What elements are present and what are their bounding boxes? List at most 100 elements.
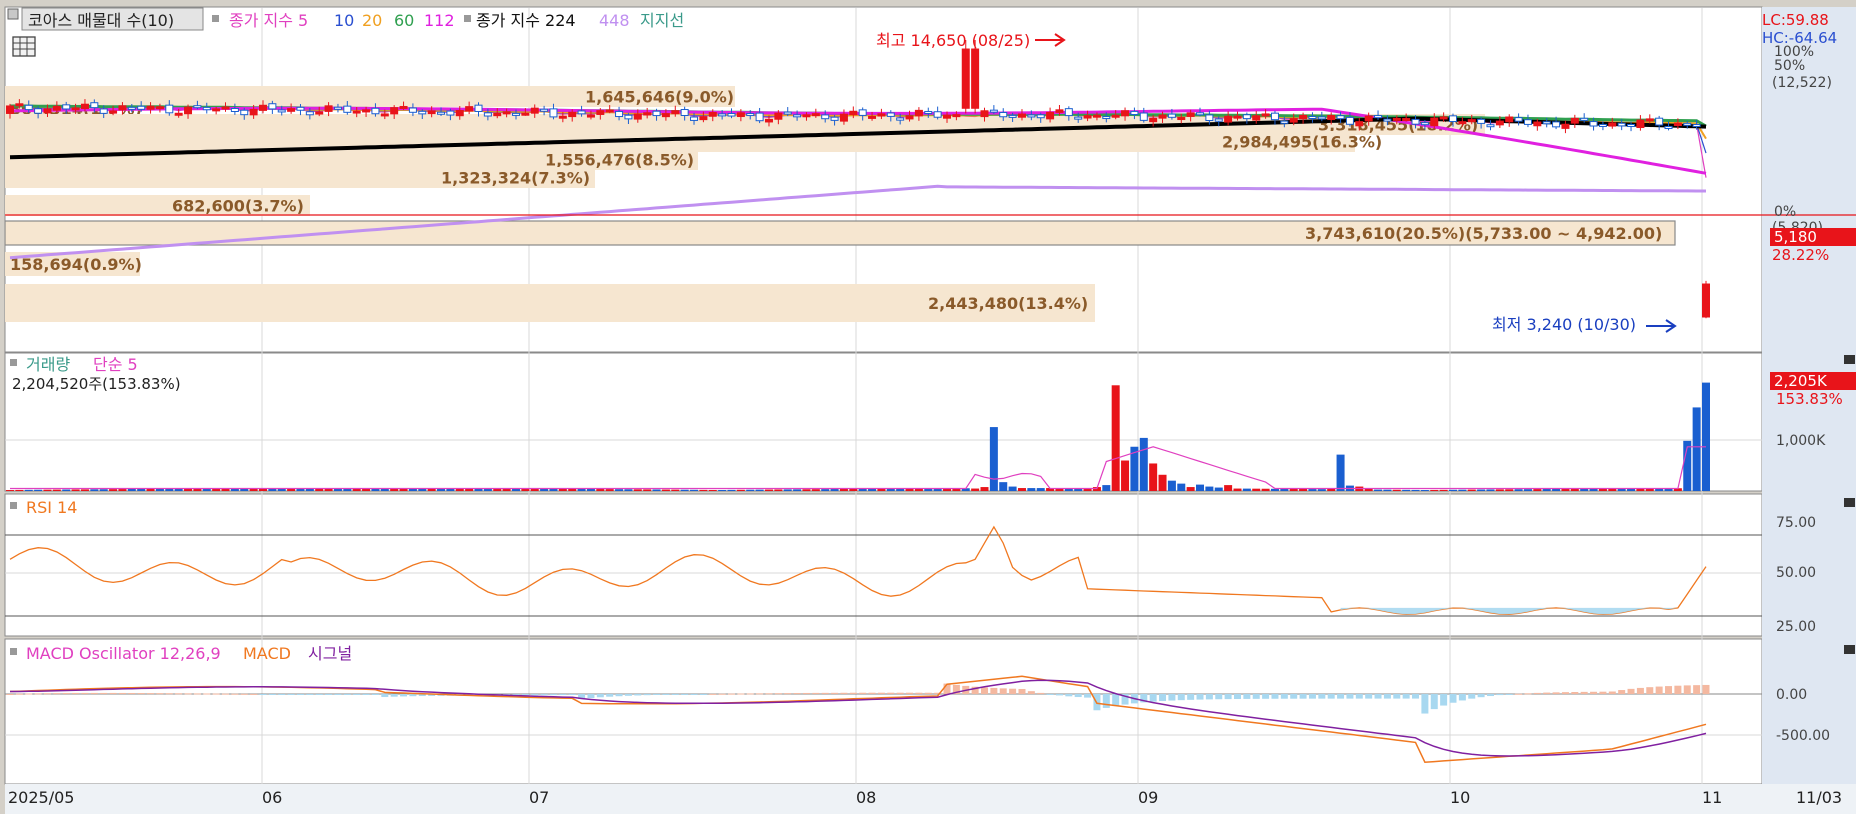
- macd-oscillator-bar: [1271, 694, 1279, 699]
- macd-panel-button[interactable]: [1844, 645, 1855, 654]
- macd-legend-macd[interactable]: MACD: [243, 644, 291, 663]
- macd-oscillator-bar: [812, 692, 820, 694]
- macd-oscillator-bar: [549, 694, 557, 696]
- volume-bar: [1017, 488, 1026, 491]
- candle-body: [277, 109, 286, 113]
- macd-oscillator-bar: [681, 694, 689, 695]
- volume-panel: [4, 352, 1763, 492]
- macd-oscillator-bar: [559, 694, 567, 696]
- rsi-panel: [4, 493, 1763, 637]
- volume-bar: [1299, 488, 1308, 491]
- candle-body: [1683, 122, 1692, 126]
- volume-bar: [1242, 488, 1251, 491]
- candle-body: [933, 111, 942, 118]
- volume-bar: [137, 488, 146, 491]
- candle-body: [736, 112, 745, 118]
- volume-bar: [99, 489, 108, 491]
- candle-body: [371, 107, 380, 115]
- macd-oscillator-bar: [1440, 694, 1448, 706]
- volume-bar: [1121, 460, 1130, 491]
- candle-body: [868, 115, 877, 119]
- volume-bar: [1439, 489, 1448, 491]
- macd-oscillator-bar: [1177, 694, 1185, 701]
- volume-bar: [1552, 488, 1561, 491]
- candle-body: [1205, 114, 1214, 122]
- macd-oscillator-bar: [531, 694, 539, 696]
- candle-body: [1561, 123, 1570, 129]
- candle-body: [1055, 109, 1064, 113]
- macd-legend-signal[interactable]: 시그널: [308, 644, 352, 663]
- macd-oscillator-bar: [400, 694, 408, 697]
- macd-oscillator-bar: [1627, 688, 1635, 694]
- volume-bar: [1411, 489, 1420, 491]
- volume-bar: [1477, 489, 1486, 491]
- candle-body: [99, 108, 108, 114]
- macd-oscillator-bar: [634, 694, 642, 696]
- vol-panel-button[interactable]: [1844, 355, 1855, 364]
- macd-oscillator-bar: [1702, 684, 1710, 694]
- macd-oscillator-bar: [25, 693, 33, 695]
- macd-oscillator-bar: [1159, 694, 1167, 702]
- macd-oscillator-bar: [896, 692, 904, 694]
- macd-oscillator-bar: [1346, 694, 1354, 699]
- volume-bar: [1036, 488, 1045, 491]
- rsi-title[interactable]: RSI 14: [26, 498, 77, 517]
- macd-oscillator-bar: [296, 694, 304, 695]
- candle-body: [615, 110, 624, 118]
- legend-ma448[interactable]: 448: [599, 11, 630, 30]
- legend-ma20[interactable]: 20: [362, 11, 382, 30]
- macd-oscillator-bar: [1533, 692, 1541, 694]
- volume-bar: [718, 489, 727, 491]
- candle-body: [943, 114, 952, 119]
- candle-body: [1224, 115, 1233, 123]
- macd-oscillator-bar: [1018, 688, 1026, 694]
- vol-legend-sma5[interactable]: 단순 5: [93, 355, 138, 374]
- macd-oscillator-bar: [1027, 691, 1035, 694]
- legend-ma10[interactable]: 10: [334, 11, 354, 30]
- macd-oscillator-bar: [906, 692, 914, 694]
- candle-body: [455, 109, 464, 117]
- candle-body: [802, 114, 811, 118]
- macd-oscillator-bar: [259, 694, 267, 695]
- macd-oscillator-bar: [81, 692, 89, 694]
- legend-support[interactable]: 지지선: [640, 11, 684, 30]
- macd-axis-neg500: -500.00: [1776, 728, 1830, 744]
- legend-ma60[interactable]: 60: [394, 11, 414, 30]
- macd-oscillator-bar: [1224, 694, 1232, 700]
- candle-body: [127, 106, 136, 110]
- macd-oscillator-bar: [1196, 694, 1204, 700]
- macd-legend-osc[interactable]: MACD Oscillator 12,26,9: [26, 644, 221, 663]
- vol-legend-volume[interactable]: 거래량: [26, 355, 70, 374]
- legend-indicator-name[interactable]: 코아스 매물대 수(10): [28, 11, 174, 30]
- candle-body: [839, 113, 848, 122]
- macd-oscillator-bar: [212, 693, 220, 695]
- macd-oscillator-bar: [596, 694, 604, 698]
- volume-bar: [671, 489, 680, 491]
- legend-ma112[interactable]: 112: [424, 11, 455, 30]
- macd-axis-0: 0.00: [1776, 687, 1807, 703]
- legend-toggle-1[interactable]: [7, 8, 19, 20]
- rsi-panel-button[interactable]: [1844, 498, 1855, 507]
- candle-body: [249, 108, 258, 116]
- table-icon[interactable]: [12, 36, 36, 57]
- legend-marker-2: [212, 15, 219, 22]
- legend-ma5[interactable]: 종가 지수 5: [229, 11, 308, 30]
- volume-bar: [43, 489, 52, 491]
- x-label-2: 07: [529, 788, 549, 807]
- volume-bar: [793, 489, 802, 491]
- candle-body: [1486, 124, 1495, 128]
- macd-oscillator-bar: [1168, 694, 1176, 701]
- macd-oscillator-bar: [737, 693, 745, 695]
- volume-bar: [1420, 490, 1429, 491]
- candle-body: [793, 114, 802, 118]
- macd-oscillator-bar: [1065, 694, 1073, 697]
- macd-oscillator-bar: [128, 692, 136, 694]
- candle-body: [502, 111, 511, 115]
- macd-oscillator-bar: [1646, 687, 1654, 694]
- volume-bar: [690, 489, 699, 491]
- legend-ma224[interactable]: 종가 지수 224: [476, 11, 576, 30]
- volume-bar: [783, 489, 792, 491]
- candle-body: [1036, 114, 1045, 119]
- candle-body: [821, 114, 830, 120]
- macd-oscillator-bar: [390, 694, 398, 697]
